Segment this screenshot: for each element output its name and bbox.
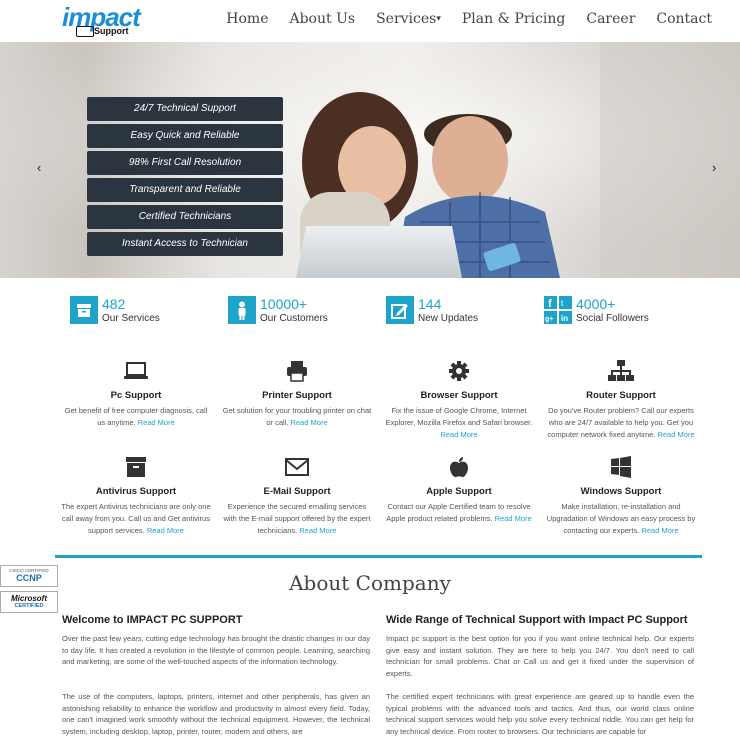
apple-icon <box>450 457 468 478</box>
range-paragraph: The certified expert technicians with gr… <box>386 692 694 736</box>
windows-icon <box>611 456 631 478</box>
feature-item: Certified Technicians <box>87 205 283 229</box>
user-icon <box>228 296 256 324</box>
badge-title: Microsoft <box>11 594 47 603</box>
service-desc: Do you've Router problem? Call our exper… <box>546 405 696 441</box>
service-router: Router Support Do you've Router problem?… <box>546 360 696 441</box>
carousel-prev-icon[interactable]: ‹ <box>37 160 41 175</box>
nav-services-label: Services <box>376 11 437 27</box>
main-nav: Home About Us Services▾ Plan & Pricing C… <box>226 11 712 27</box>
service-title: Printer Support <box>262 390 332 401</box>
gear-icon <box>449 361 469 381</box>
site-header: impact Support Home About Us Services▾ P… <box>0 0 740 42</box>
service-desc: Get benefit of free computer diagnosis, … <box>61 405 211 429</box>
service-desc: Contact our Apple Certified team to reso… <box>384 501 534 525</box>
nav-services[interactable]: Services▾ <box>376 11 441 27</box>
svg-text:in: in <box>561 314 568 323</box>
service-desc: Get solution for your troubling printer … <box>222 405 372 429</box>
stat-number: 144 <box>418 296 442 312</box>
welcome-paragraph: Over the past few years, cutting edge te… <box>62 634 370 666</box>
stat-label: Our Services <box>102 313 160 324</box>
stat-label: New Updates <box>418 313 479 324</box>
nav-about[interactable]: About Us <box>289 11 355 27</box>
network-icon <box>608 360 634 381</box>
welcome-heading: Welcome to IMPACT PC SUPPORT <box>62 614 243 626</box>
service-pc: Pc Support Get benefit of free computer … <box>61 360 211 429</box>
stat-label: Social Followers <box>576 313 649 324</box>
service-windows: Windows Support Make installation, re-in… <box>546 456 696 537</box>
feature-item: Easy Quick and Reliable <box>87 124 283 148</box>
service-browser: Browser Support Fix the issue of Google … <box>384 360 534 441</box>
service-desc: The expert Antivirus technicians are onl… <box>61 501 211 537</box>
service-title: Router Support <box>586 390 656 401</box>
read-more-link[interactable]: Read More <box>657 430 694 439</box>
service-title: Antivirus Support <box>95 486 177 497</box>
caret-down-icon: ▾ <box>436 14 441 24</box>
welcome-paragraph: The use of the computers, laptops, print… <box>62 692 370 736</box>
about-heading: About Company <box>289 571 451 595</box>
service-title: E-Mail Support <box>263 486 331 497</box>
range-heading: Wide Range of Technical Support with Imp… <box>386 614 688 626</box>
nav-contact[interactable]: Contact <box>656 11 712 27</box>
service-desc: Make installation, re-installation and U… <box>546 501 696 537</box>
hero-carousel: 24/7 Technical Support Easy Quick and Re… <box>0 42 740 278</box>
read-more-link[interactable]: Read More <box>495 514 532 523</box>
feature-list: 24/7 Technical Support Easy Quick and Re… <box>87 97 283 259</box>
badge-caption: CERTIFIED <box>14 603 44 609</box>
service-apple: Apple Support Contact our Apple Certifie… <box>384 456 534 525</box>
service-title: Pc Support <box>110 390 162 401</box>
edit-icon <box>386 296 414 324</box>
archive-icon <box>70 296 98 324</box>
service-desc-text: Get benefit of free computer diagnosis, … <box>64 406 208 427</box>
section-divider <box>55 555 702 558</box>
read-more-link[interactable]: Read More <box>147 526 184 535</box>
site-logo[interactable]: impact Support <box>62 2 142 38</box>
pc-monitor-icon <box>76 26 94 37</box>
service-title: Windows Support <box>580 486 662 497</box>
logo-subtitle: Support <box>94 26 129 36</box>
range-paragraph: Impact pc support is the best option for… <box>386 634 694 678</box>
nav-career[interactable]: Career <box>586 11 635 27</box>
laptop-icon <box>124 362 148 379</box>
read-more-link[interactable]: Read More <box>440 430 477 439</box>
feature-item: 98% First Call Resolution <box>87 151 283 175</box>
stat-label: Our Customers <box>260 313 328 324</box>
service-desc: Fix the issue of Google Chrome, Internet… <box>384 405 534 441</box>
service-desc-text: The expert Antivirus technicians are onl… <box>61 502 211 535</box>
nav-pricing[interactable]: Plan & Pricing <box>462 11 566 27</box>
service-title: Apple Support <box>426 486 492 497</box>
feature-item: Instant Access to Technician <box>87 232 283 256</box>
printer-icon <box>287 361 307 382</box>
envelope-icon <box>285 458 309 476</box>
service-desc-text: Fix the issue of Google Chrome, Internet… <box>385 406 533 427</box>
service-title: Browser Support <box>420 390 498 401</box>
feature-item: 24/7 Technical Support <box>87 97 283 121</box>
stat-number: 10000+ <box>260 296 308 312</box>
read-more-link[interactable]: Read More <box>291 418 328 427</box>
read-more-link[interactable]: Read More <box>641 526 678 535</box>
service-desc-text: Experience the secured emailing services… <box>223 502 371 535</box>
service-desc: Experience the secured emailing services… <box>222 501 372 537</box>
service-antivirus: Antivirus Support The expert Antivirus t… <box>61 456 211 537</box>
feature-item: Transparent and Reliable <box>87 178 283 202</box>
social-icon: f t g+ in <box>544 296 572 324</box>
nav-home[interactable]: Home <box>226 11 268 27</box>
svg-text:f: f <box>548 298 552 310</box>
read-more-link[interactable]: Read More <box>299 526 336 535</box>
stats-bar: 482 Our Services 10000+ Our Customers 14… <box>0 296 740 330</box>
svg-text:g+: g+ <box>545 316 553 323</box>
service-printer: Printer Support Get solution for your tr… <box>222 360 372 429</box>
carousel-next-icon[interactable]: › <box>712 160 716 175</box>
stat-number: 482 <box>102 296 126 312</box>
stat-number: 4000+ <box>576 296 616 312</box>
service-email: E-Mail Support Experience the secured em… <box>222 456 372 537</box>
archive-icon <box>126 457 146 477</box>
read-more-link[interactable]: Read More <box>138 418 175 427</box>
